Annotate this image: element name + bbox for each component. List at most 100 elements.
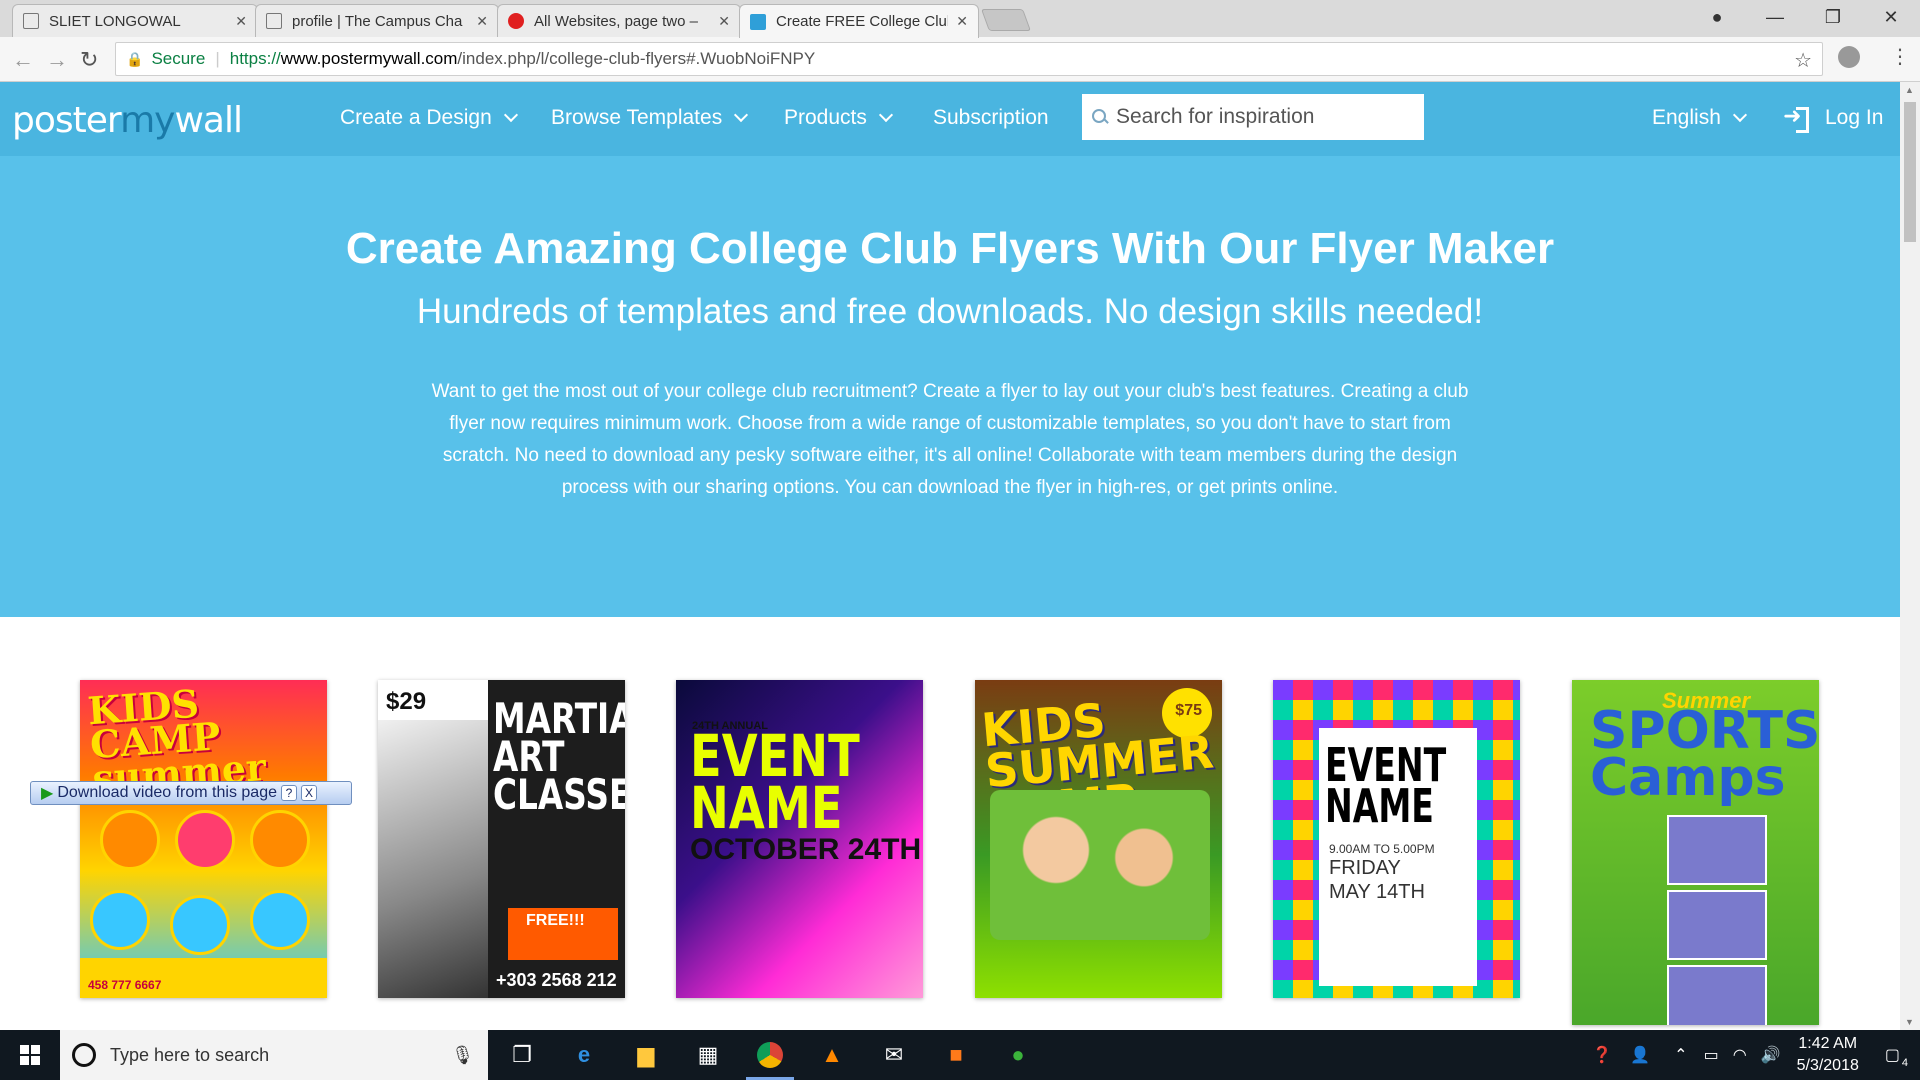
nav-label: Products [784,106,867,129]
template-title: MARTIAL ART CLASSES [493,694,625,819]
windows-start-icon[interactable] [20,1045,40,1065]
chrome-icon[interactable] [746,1039,794,1080]
secure-label: Secure [151,49,206,68]
help-icon[interactable]: ? [281,785,297,801]
taskbar-search[interactable]: Type here to search 🎙 [60,1030,488,1080]
browser-tab-active[interactable]: Create FREE College Club ✕ [739,4,979,38]
decorative-circle [250,810,310,870]
nav-browse-templates[interactable]: Browse Templates [551,106,749,130]
edge-browser-icon[interactable]: e [568,1039,600,1071]
chevron-up-icon[interactable]: ⌃ [1674,1045,1687,1065]
template-day: FRIDAY [1329,857,1401,880]
url-path: /index.php/l/college-club-flyers#.WuobNo… [457,49,816,68]
forward-arrow-icon[interactable]: → [46,47,68,73]
tab-title: profile | The Campus Cha [292,12,463,30]
login-label: Log In [1825,106,1884,129]
scroll-up-icon[interactable]: ▲ [1905,85,1914,95]
template-photo [1667,815,1767,885]
url-domain: www.postermywall.com [280,49,458,68]
template-photo [990,790,1210,940]
photo-circle [250,890,310,950]
url-scheme: https:// [229,49,281,68]
login-button[interactable]: Log In [1783,103,1884,133]
taskbar-clock[interactable]: 1:42 AM 5/3/2018 [1797,1033,1859,1077]
address-bar[interactable]: 🔒 Secure | https://www.postermywall.com/… [115,42,1823,76]
task-view-icon[interactable]: ❐ [506,1039,538,1071]
logo-part: wall [174,100,243,141]
battery-icon[interactable]: ▭ [1704,1045,1719,1065]
bookmark-star-icon[interactable]: ☆ [1794,48,1812,73]
nav-products[interactable]: Products [784,106,893,130]
clock-date: 5/3/2018 [1796,1057,1859,1074]
close-window-icon[interactable]: ✕ [1862,7,1920,28]
close-tab-icon[interactable]: ✕ [718,13,730,30]
taskbar-search-placeholder: Type here to search [110,1044,270,1065]
close-tab-icon[interactable]: ✕ [235,13,247,30]
template-card[interactable]: KIDS CAMP summer 458 777 6667 [80,680,327,998]
vlc-icon[interactable]: ▲ [816,1039,848,1071]
clock-time: 1:42 AM [1798,1035,1858,1052]
close-tab-icon[interactable]: ✕ [956,13,968,30]
nav-create-a-design[interactable]: Create a Design [340,106,518,130]
language-label: English [1652,106,1721,129]
template-card[interactable]: $29 MARTIAL ART CLASSES FREE!!! +303 256… [378,680,625,998]
template-card[interactable]: 24TH ANNUAL EVENT NAME OCTOBER 24TH [676,680,923,998]
help-icon[interactable]: ❓ [1592,1045,1612,1065]
photo-circle [90,890,150,950]
nav-subscription[interactable]: Subscription [933,106,1049,130]
reload-icon[interactable]: ↻ [80,47,98,73]
template-title: KIDS CAMP summer [86,680,268,802]
wifi-icon[interactable]: ◠ [1733,1045,1747,1065]
template-title: EVENT NAME [1325,738,1447,834]
site-favicon-icon [750,13,766,30]
language-selector[interactable]: English [1652,106,1747,130]
browser-tab[interactable]: SLIET LONGOWAL ✕ [12,4,258,37]
template-grid: KIDS CAMP summer 458 777 6667 $29 MARTI A… [0,617,1900,1029]
store-icon[interactable]: ▦ [692,1039,724,1071]
back-arrow-icon[interactable]: ← [12,47,34,73]
file-explorer-icon[interactable]: ▆ [630,1039,662,1071]
mail-icon[interactable]: ✉ [878,1039,910,1071]
search-input[interactable] [1116,105,1416,129]
decorative-circle [175,810,235,870]
nav-label: Create a Design [340,106,492,129]
xampp-icon[interactable]: ■ [940,1039,972,1071]
page-title: Create Amazing College Club Flyers With … [345,224,1555,273]
template-card[interactable]: Summer SPORTS Camps [1572,680,1819,1025]
profile-icon[interactable]: ● [1688,7,1746,28]
notifications-icon[interactable]: ▢ 4 [1885,1045,1908,1069]
template-price: $29 [386,688,427,715]
logo-part: my [120,100,175,141]
people-icon[interactable]: 👤 [1630,1045,1650,1065]
restore-icon[interactable]: ❐ [1804,7,1862,28]
minimize-icon[interactable]: — [1746,7,1804,28]
template-photo [1667,890,1767,960]
decorative-circle [100,810,160,870]
new-tab-button[interactable] [980,9,1032,31]
template-card[interactable]: EVENT NAME 9.00AM TO 5.00PM FRIDAY MAY 1… [1273,680,1520,998]
page-scrollbar[interactable]: ▲ ▼ [1900,82,1920,1030]
chevron-down-icon [503,107,518,123]
notification-count: 4 [1901,1057,1908,1069]
logo-part: poster [12,100,121,141]
microphone-icon[interactable]: 🎙 [451,1045,474,1066]
extension-icon[interactable] [1838,46,1860,68]
volume-icon[interactable]: 🔊 [1761,1045,1781,1065]
scrollbar-thumb[interactable] [1904,102,1916,242]
scroll-down-icon[interactable]: ▼ [1905,1017,1914,1027]
template-card[interactable]: $75 KIDS SUMMER CAMP [975,680,1222,998]
close-icon[interactable]: X [301,785,317,801]
app-globe-icon[interactable]: ● [1002,1039,1034,1071]
download-video-bar[interactable]: ▶ Download video from this page ? X [30,781,352,805]
browser-tab[interactable]: profile | The Campus Cha ✕ [255,4,499,37]
browser-menu-icon[interactable]: ⋮ [1890,44,1910,69]
page-icon [266,13,282,29]
template-title: SPORTS Camps [1590,701,1819,808]
site-logo[interactable]: postermywall [12,100,243,141]
browser-toolbar: ← → ↻ 🔒 Secure | https://www.postermywal… [0,37,1920,82]
system-tray: ❓ 👤 ⌃ ▭ ◠ 🔊 1:42 AM 5/3/2018 ▢ 4 [1592,1030,1920,1080]
close-tab-icon[interactable]: ✕ [476,13,488,30]
nav-label: Subscription [933,106,1049,129]
browser-tab[interactable]: All Websites, page two – ✕ [497,4,741,37]
site-search-box[interactable] [1082,94,1424,140]
